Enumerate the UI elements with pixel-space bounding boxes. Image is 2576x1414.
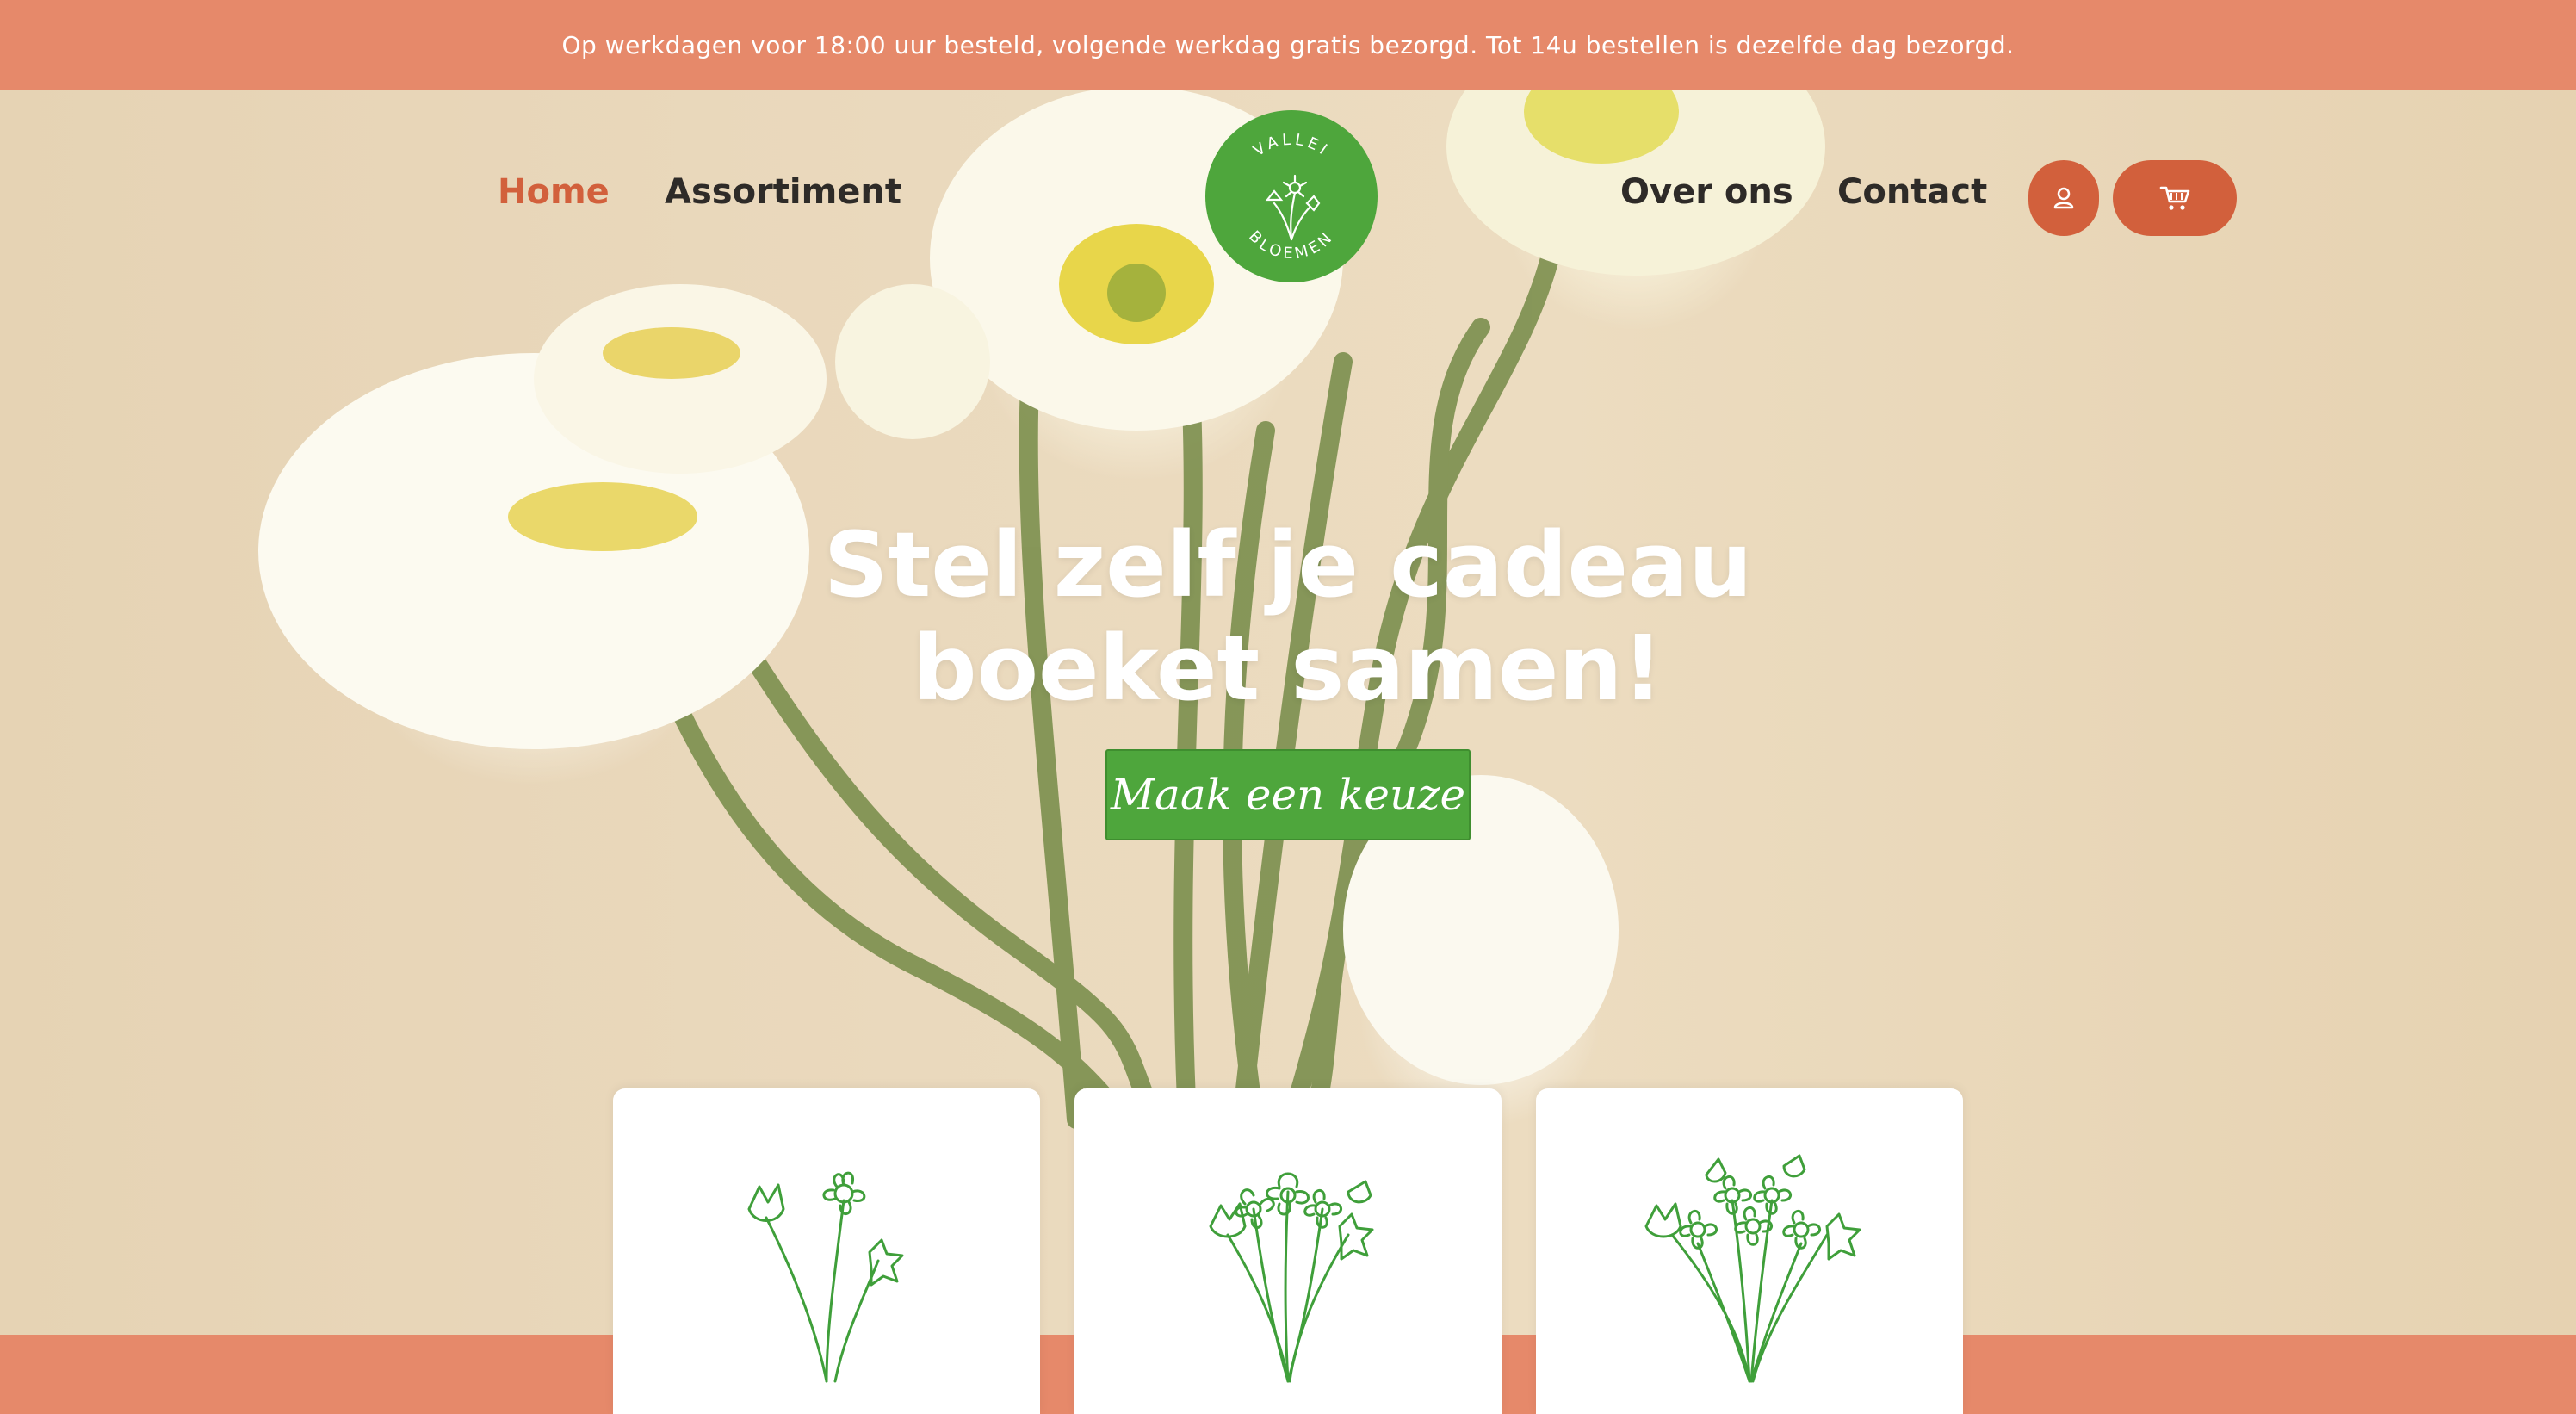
account-button[interactable] — [2028, 160, 2099, 236]
small-bouquet-icon — [747, 1171, 904, 1383]
svg-text:VALLEI: VALLEI — [1250, 131, 1333, 160]
cart-button[interactable] — [2113, 160, 2237, 236]
cart-icon — [2159, 186, 2190, 210]
logo-top-text: VALLEI — [1250, 131, 1329, 160]
bouquet-card-small[interactable] — [613, 1088, 1040, 1414]
logo-mark: VALLEI BLOEMEN — [1245, 131, 1334, 264]
user-icon — [2053, 187, 2074, 209]
hero-headline-line1: Stel zelf je cadeau — [823, 512, 1753, 617]
hero-headline: Stel zelf je cadeau boeket samen! — [685, 513, 1891, 720]
nav-assortment-link[interactable]: Assortiment — [665, 172, 901, 212]
hero-headline-line2: boeket samen! — [913, 616, 1663, 721]
bouquet-card-medium[interactable] — [1074, 1088, 1502, 1414]
announcement-text: Op werkdagen voor 18:00 uur besteld, vol… — [561, 30, 2015, 59]
announcement-bar: Op werkdagen voor 18:00 uur besteld, vol… — [0, 0, 2576, 90]
nav-home-link[interactable]: Home — [498, 172, 610, 212]
large-bouquet-icon — [1644, 1154, 1861, 1383]
nav-about-link[interactable]: Over ons — [1620, 172, 1793, 212]
make-choice-button[interactable]: Maak een keuze — [1105, 749, 1471, 840]
medium-bouquet-icon — [1209, 1172, 1374, 1383]
bouquet-card-large[interactable] — [1536, 1088, 1963, 1414]
vallei-bloemen-logo[interactable]: VALLEI BLOEMEN — [1205, 110, 1378, 282]
nav-contact-link[interactable]: Contact — [1837, 172, 1987, 212]
